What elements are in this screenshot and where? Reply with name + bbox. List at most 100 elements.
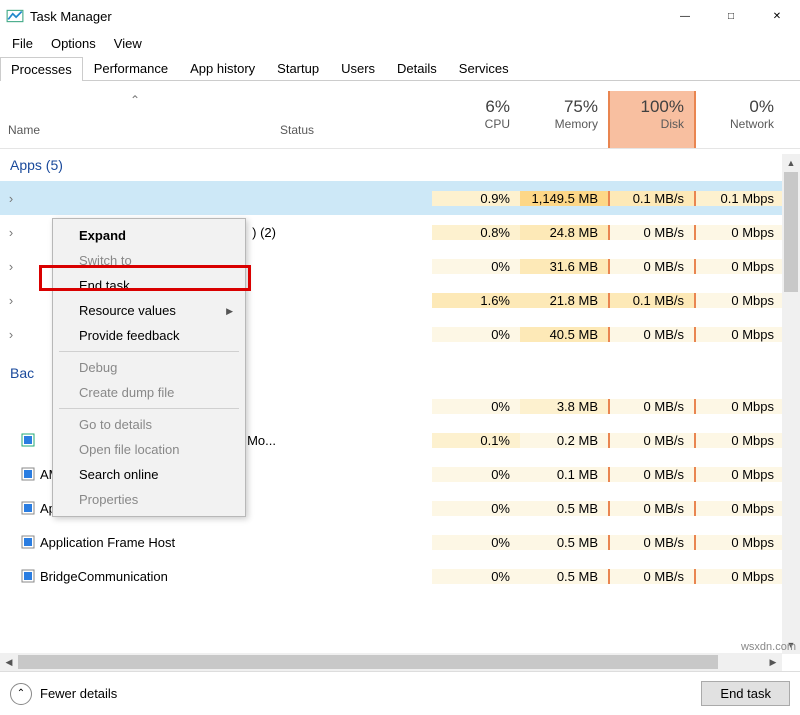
cm-expand[interactable]: Expand [55,223,243,248]
cell-disk: 0 MB/s [608,259,696,274]
col-disk[interactable]: 100% Disk [608,91,696,148]
cm-provide-feedback[interactable]: Provide feedback [55,323,243,348]
tab-app-history[interactable]: App history [179,56,266,80]
cell-memory: 31.6 MB [520,259,608,274]
scroll-thumb[interactable] [784,172,798,292]
cm-search-online[interactable]: Search online [55,462,243,487]
cell-network: 0 Mbps [696,327,784,342]
expand-icon[interactable]: › [6,191,16,206]
cell-disk: 0 MB/s [608,225,696,240]
cm-properties: Properties [55,487,243,512]
table-row[interactable]: BridgeCommunication 0% 0.5 MB 0 MB/s 0 M… [0,559,800,593]
horizontal-scrollbar[interactable]: ◀ ▶ [0,653,782,671]
scroll-left-icon[interactable]: ◀ [0,654,18,672]
cell-disk: 0.1 MB/s [608,191,696,206]
cm-separator [59,408,239,409]
cell-cpu: 0.9% [432,191,520,206]
tab-users[interactable]: Users [330,56,386,80]
menu-file[interactable]: File [4,34,41,53]
tab-startup[interactable]: Startup [266,56,330,80]
watermark: wsxdn.com [741,641,796,653]
scroll-up-icon[interactable]: ▲ [782,154,800,172]
memory-label: Memory [520,117,598,131]
cell-cpu: 0.1% [432,433,520,448]
table-row[interactable]: Application Frame Host 0% 0.5 MB 0 MB/s … [0,525,800,559]
cell-disk: 0 MB/s [608,433,696,448]
cell-disk: 0 MB/s [608,501,696,516]
col-cpu[interactable]: 6% CPU [432,91,520,148]
cpu-pct: 6% [432,97,510,117]
col-name[interactable]: ⌃ Name [0,91,280,148]
titlebar: Task Manager — □ ✕ [0,0,800,32]
cell-network: 0 Mbps [696,225,784,240]
tabs: Processes Performance App history Startu… [0,56,800,81]
network-label: Network [696,117,774,131]
cell-memory: 0.5 MB [520,535,608,550]
cell-cpu: 0% [432,569,520,584]
cm-separator [59,351,239,352]
col-memory[interactable]: 75% Memory [520,91,608,148]
cell-disk: 0.1 MB/s [608,293,696,308]
maximize-button[interactable]: □ [708,0,754,32]
fewer-details-button[interactable]: ⌃ Fewer details [10,683,117,705]
cell-network: 0 Mbps [696,569,784,584]
disk-pct: 100% [610,97,684,117]
col-status[interactable]: Status [280,91,432,148]
close-button[interactable]: ✕ [754,0,800,32]
memory-pct: 75% [520,97,598,117]
cm-create-dump: Create dump file [55,380,243,405]
cell-name: › [0,190,280,206]
cell-cpu: 0% [432,467,520,482]
col-network[interactable]: 0% Network [696,91,784,148]
tab-services[interactable]: Services [448,56,520,80]
scroll-thumb[interactable] [18,655,718,669]
menu-view[interactable]: View [106,34,150,53]
window-controls: — □ ✕ [662,0,800,32]
cell-network: 0 Mbps [696,535,784,550]
cell-memory: 0.1 MB [520,467,608,482]
cell-name: Application Frame Host [0,534,280,550]
vertical-scrollbar[interactable]: ▲ ▼ [782,154,800,654]
column-headers: ⌃ Name Status 6% CPU 75% Memory 100% Dis… [0,91,800,149]
tab-performance[interactable]: Performance [83,56,179,80]
table-row[interactable]: › 0.9% 1,149.5 MB 0.1 MB/s 0.1 Mbps [0,181,800,215]
expand-icon[interactable]: › [6,293,16,308]
cm-go-to-details: Go to details [55,412,243,437]
cell-cpu: 0% [432,259,520,274]
process-icon [20,432,36,448]
footer: ⌃ Fewer details End task [0,671,800,715]
menubar: File Options View [0,32,800,54]
scroll-right-icon[interactable]: ▶ [764,653,782,671]
tab-details[interactable]: Details [386,56,448,80]
cell-cpu: 1.6% [432,293,520,308]
disk-label: Disk [610,117,684,131]
cell-cpu: 0% [432,327,520,342]
cell-network: 0 Mbps [696,293,784,308]
process-icon [20,466,36,482]
tab-processes[interactable]: Processes [0,57,83,81]
group-apps[interactable]: Apps (5) [0,149,800,181]
process-icon [20,500,36,516]
process-icon [20,190,36,206]
cell-network: 0 Mbps [696,433,784,448]
cm-resource-values[interactable]: Resource values [55,298,243,323]
cell-memory: 3.8 MB [520,399,608,414]
minimize-button[interactable]: — [662,0,708,32]
expand-icon[interactable]: › [6,259,16,274]
process-icon [20,398,36,414]
context-menu: Expand Switch to End task Resource value… [52,218,246,517]
cm-switch-to: Switch to [55,248,243,273]
cell-disk: 0 MB/s [608,535,696,550]
expand-icon[interactable]: › [6,225,16,240]
cell-disk: 0 MB/s [608,399,696,414]
col-name-label: Name [8,123,40,137]
process-icon [20,568,36,584]
expand-icon[interactable]: › [6,327,16,342]
cell-memory: 1,149.5 MB [520,191,608,206]
cell-network: 0 Mbps [696,467,784,482]
menu-options[interactable]: Options [43,34,104,53]
network-pct: 0% [696,97,774,117]
end-task-button[interactable]: End task [701,681,790,706]
cm-end-task[interactable]: End task [55,273,243,298]
cell-memory: 0.5 MB [520,569,608,584]
